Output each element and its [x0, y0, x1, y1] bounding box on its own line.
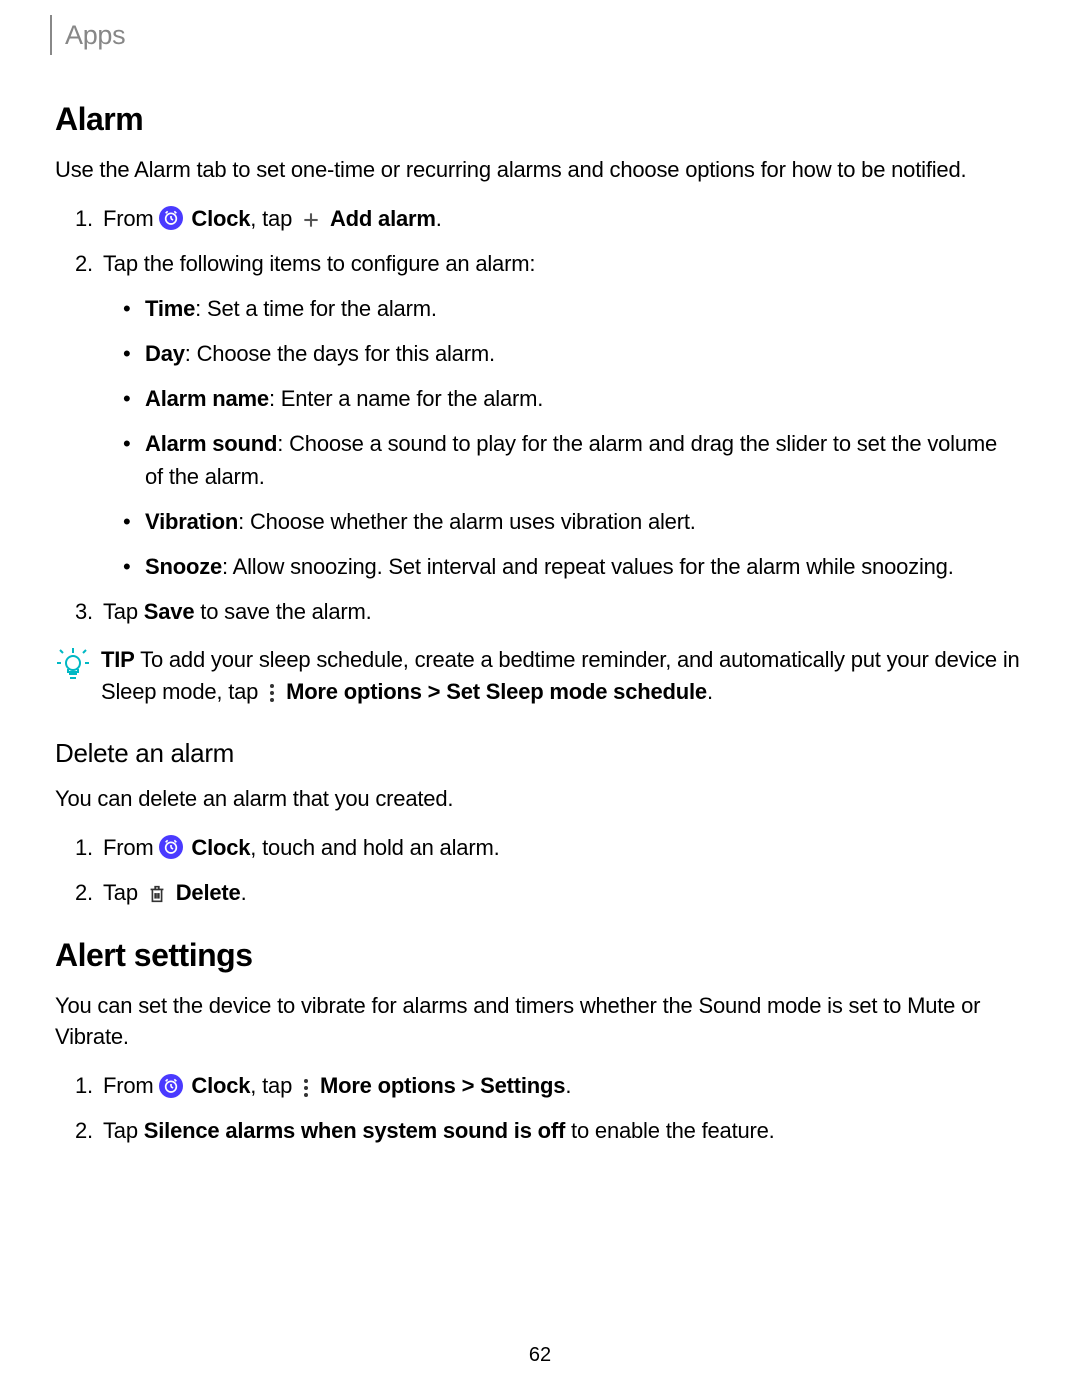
- clock-label: Clock: [191, 1073, 250, 1098]
- trash-icon: [146, 883, 168, 905]
- config-text: : Choose the days for this alarm.: [185, 341, 495, 366]
- step-text: .: [565, 1073, 571, 1098]
- more-options-icon: [266, 682, 278, 704]
- config-text: : Choose whether the alarm uses vibratio…: [238, 509, 696, 534]
- step-text: Tap the following items to configure an …: [103, 251, 535, 276]
- step-text: , tap: [250, 206, 298, 231]
- alert-settings-intro: You can set the device to vibrate for al…: [55, 990, 1020, 1054]
- save-label: Save: [144, 599, 195, 624]
- config-label: Time: [145, 296, 195, 321]
- delete-step-2: Tap Delete.: [55, 876, 1020, 909]
- config-label: Vibration: [145, 509, 238, 534]
- header-divider: [50, 15, 52, 55]
- step-text: Tap: [103, 880, 144, 905]
- alert-settings-section: Alert settings You can set the device to…: [55, 937, 1020, 1148]
- config-label: Day: [145, 341, 185, 366]
- delete-label: Delete: [176, 880, 241, 905]
- breadcrumb: Apps: [65, 20, 1020, 51]
- step-text: Tap: [103, 1118, 144, 1143]
- step-text: From: [103, 835, 159, 860]
- config-day: Day: Choose the days for this alarm.: [103, 337, 1020, 370]
- step-text: to enable the feature.: [565, 1118, 774, 1143]
- tip-label: TIP: [101, 647, 135, 672]
- delete-alarm-steps: From Clock, touch and hold an alarm. Tap…: [55, 831, 1020, 909]
- clock-icon: [159, 1074, 183, 1098]
- alarm-section: Alarm Use the Alarm tab to set one-time …: [55, 101, 1020, 708]
- config-text: : Allow snoozing. Set interval and repea…: [222, 554, 954, 579]
- alarm-heading: Alarm: [55, 101, 1020, 138]
- alert-step-1: From Clock, tap More options > Settings.: [55, 1069, 1020, 1102]
- more-settings-label: More options > Settings: [320, 1073, 565, 1098]
- clock-label: Clock: [191, 206, 250, 231]
- page-number: 62: [529, 1344, 551, 1367]
- step-text: .: [241, 880, 247, 905]
- step-text: From: [103, 1073, 159, 1098]
- lightbulb-icon: [55, 646, 91, 682]
- step-text: From: [103, 206, 159, 231]
- alarm-step-3: Tap Save to save the alarm.: [55, 595, 1020, 628]
- alarm-step-2: Tap the following items to configure an …: [55, 247, 1020, 583]
- config-text: : Set a time for the alarm.: [195, 296, 437, 321]
- delete-step-1: From Clock, touch and hold an alarm.: [55, 831, 1020, 864]
- alert-step-2: Tap Silence alarms when system sound is …: [55, 1114, 1020, 1147]
- clock-icon: [159, 835, 183, 859]
- step-text: Tap: [103, 599, 144, 624]
- alert-settings-steps: From Clock, tap More options > Settings.…: [55, 1069, 1020, 1147]
- alarm-intro: Use the Alarm tab to set one-time or rec…: [55, 154, 1020, 186]
- alarm-config-list: Time: Set a time for the alarm. Day: Cho…: [103, 292, 1020, 583]
- config-name: Alarm name: Enter a name for the alarm.: [103, 382, 1020, 415]
- config-snooze: Snooze: Allow snoozing. Set interval and…: [103, 550, 1020, 583]
- more-options-label: More options > Set Sleep mode schedule: [286, 679, 707, 704]
- step-text: to save the alarm.: [194, 599, 371, 624]
- tip-content: TIP To add your sleep schedule, create a…: [101, 644, 1020, 708]
- step-text: , tap: [250, 1073, 298, 1098]
- tip-box: TIP To add your sleep schedule, create a…: [55, 644, 1020, 708]
- alarm-steps: From Clock, tap Add alarm. Tap the follo…: [55, 202, 1020, 628]
- more-options-icon: [300, 1077, 312, 1099]
- config-sound: Alarm sound: Choose a sound to play for …: [103, 427, 1020, 493]
- clock-icon: [159, 206, 183, 230]
- config-vibration: Vibration: Choose whether the alarm uses…: [103, 505, 1020, 538]
- step-text: , touch and hold an alarm.: [250, 835, 499, 860]
- tip-text: .: [707, 679, 713, 704]
- config-label: Alarm sound: [145, 431, 277, 456]
- step-text: .: [436, 206, 442, 231]
- delete-alarm-intro: You can delete an alarm that you created…: [55, 783, 1020, 815]
- config-time: Time: Set a time for the alarm.: [103, 292, 1020, 325]
- clock-label: Clock: [191, 835, 250, 860]
- silence-label: Silence alarms when system sound is off: [144, 1118, 565, 1143]
- delete-alarm-heading: Delete an alarm: [55, 738, 1020, 769]
- config-label: Snooze: [145, 554, 222, 579]
- delete-alarm-section: Delete an alarm You can delete an alarm …: [55, 738, 1020, 909]
- add-alarm-label: Add alarm: [330, 206, 436, 231]
- config-label: Alarm name: [145, 386, 269, 411]
- alert-settings-heading: Alert settings: [55, 937, 1020, 974]
- plus-icon: [300, 209, 322, 231]
- alarm-step-1: From Clock, tap Add alarm.: [55, 202, 1020, 235]
- config-text: : Enter a name for the alarm.: [269, 386, 543, 411]
